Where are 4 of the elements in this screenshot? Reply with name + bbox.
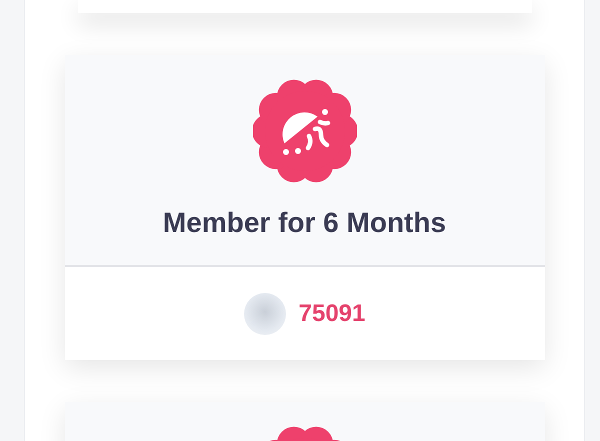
- badge-icon: [252, 79, 356, 183]
- avatar: [244, 292, 286, 334]
- member-count: 75091: [298, 300, 366, 328]
- badge-title: Member for 6 Months: [162, 207, 446, 239]
